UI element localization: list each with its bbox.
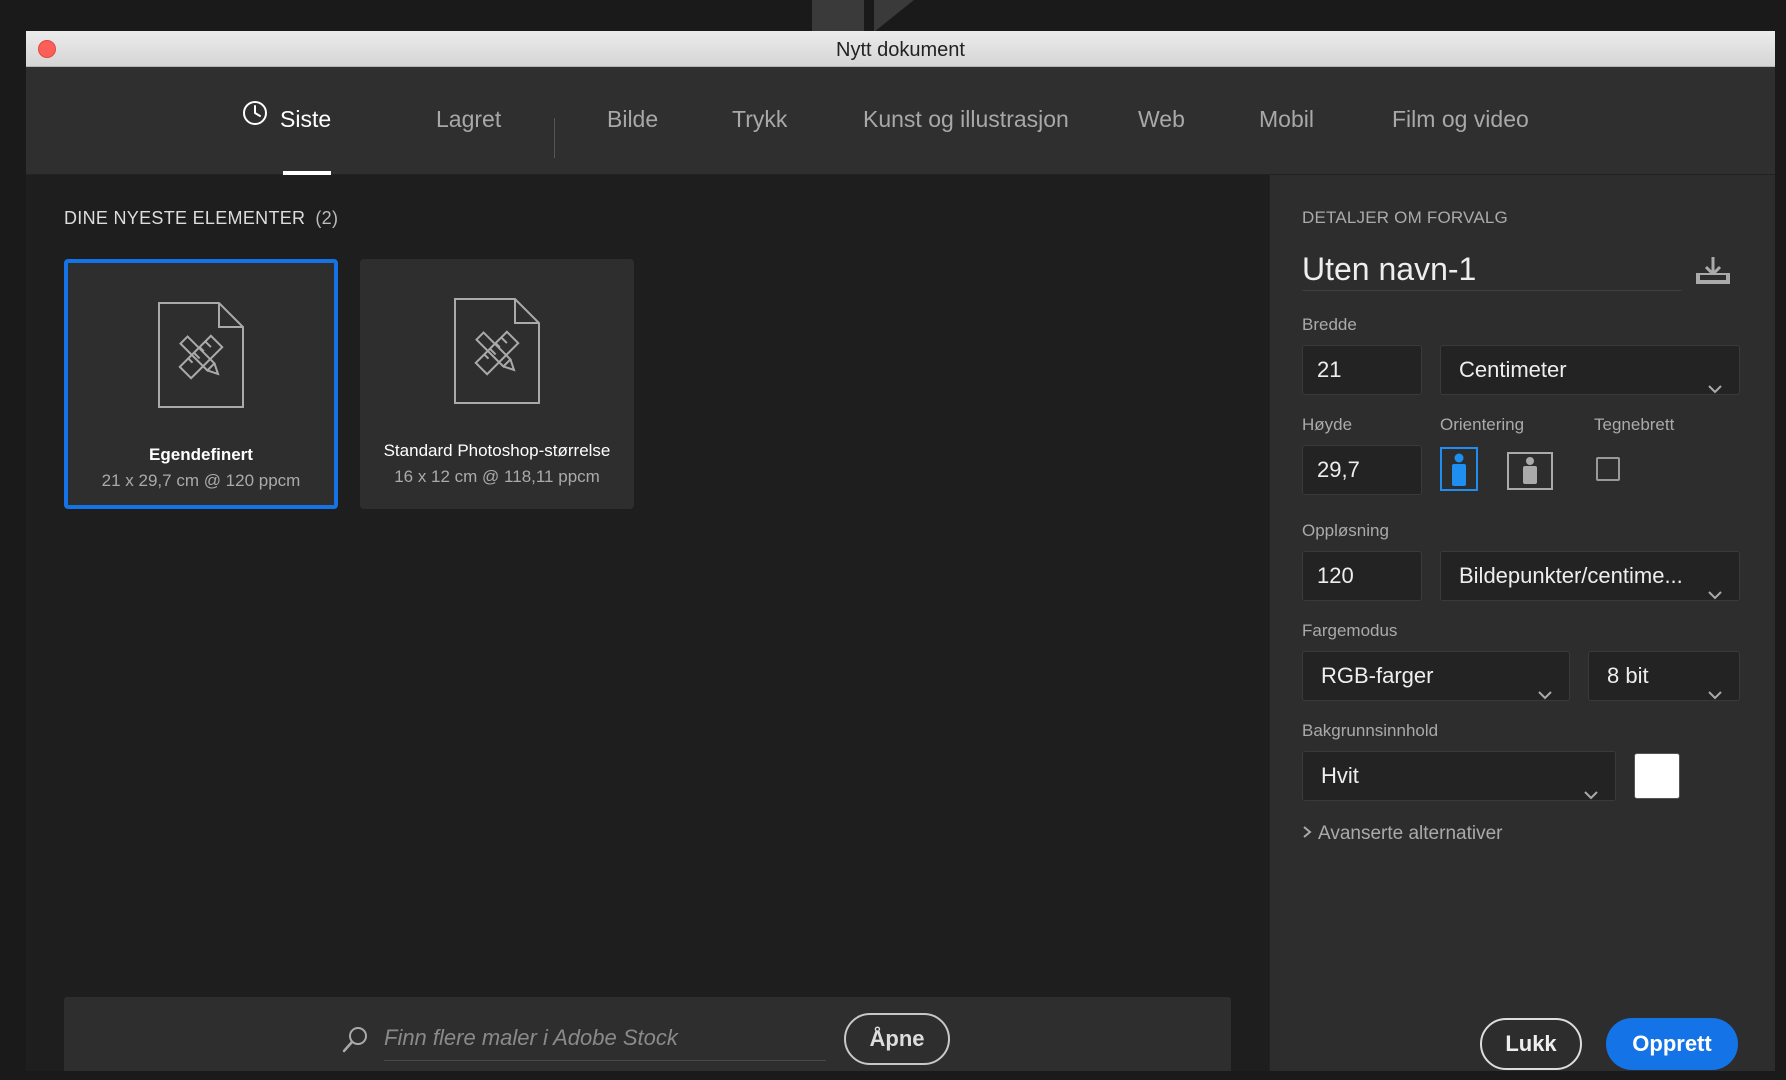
width-label: Bredde bbox=[1302, 315, 1357, 334]
unit-select[interactable]: Centimeter bbox=[1440, 345, 1740, 395]
window-title: Nytt dokument bbox=[836, 39, 965, 61]
advanced-options-toggle[interactable]: Avanserte alternativer bbox=[1302, 823, 1502, 845]
chevron-down-icon bbox=[1537, 670, 1553, 700]
bit-depth-select[interactable]: 8 bit bbox=[1588, 651, 1740, 701]
title-bar: Nytt dokument bbox=[26, 31, 1775, 67]
recent-item-name: Egendefinert bbox=[149, 445, 253, 464]
new-document-dialog: Nytt dokument Siste Lagret Bilde Trykk K… bbox=[26, 31, 1775, 1071]
width-field[interactable]: 21 bbox=[1302, 345, 1422, 395]
tab-web[interactable]: Web bbox=[1138, 67, 1185, 175]
background-app-artifact-arrow bbox=[874, 0, 914, 32]
tab-label: Bilde bbox=[607, 106, 659, 132]
background-label: Bakgrunnsinnhold bbox=[1302, 721, 1439, 740]
close-button[interactable]: Lukk bbox=[1480, 1018, 1582, 1070]
portrait-orientation-icon[interactable] bbox=[1440, 447, 1478, 496]
artboard-checkbox[interactable] bbox=[1596, 457, 1620, 481]
recent-item-name: Standard Photoshop-størrelse bbox=[383, 441, 611, 460]
resolution-label: Oppløsning bbox=[1302, 521, 1389, 540]
recent-count: (2) bbox=[315, 208, 339, 228]
resolution-unit-value: Bildepunkter/centime... bbox=[1459, 563, 1683, 588]
tab-bilde[interactable]: Bilde bbox=[607, 67, 658, 175]
chevron-right-icon bbox=[1302, 823, 1312, 845]
tab-label: Kunst og illustrasjon bbox=[863, 106, 1069, 132]
background-color-swatch[interactable] bbox=[1634, 753, 1680, 799]
landscape-orientation-icon[interactable] bbox=[1507, 452, 1553, 495]
document-ruler-pencil-icon bbox=[453, 297, 541, 410]
preset-details-panel: DETALJER OM FORVALG Uten navn-1 Bredde 2… bbox=[1269, 175, 1775, 1071]
recent-item-egendefinert[interactable]: Egendefinert 21 x 29,7 cm @ 120 ppcm bbox=[64, 259, 338, 509]
color-mode-label: Fargemodus bbox=[1302, 621, 1398, 640]
advanced-options-label: Avanserte alternativer bbox=[1318, 823, 1503, 844]
chevron-down-icon bbox=[1583, 770, 1599, 800]
tab-label: Web bbox=[1138, 106, 1185, 132]
tab-label: Trykk bbox=[732, 106, 788, 132]
recent-item-standard-photoshop[interactable]: Standard Photoshop-størrelse 16 x 12 cm … bbox=[360, 259, 634, 509]
save-preset-icon[interactable] bbox=[1694, 255, 1732, 292]
tab-label: Siste bbox=[280, 106, 332, 132]
stock-search-input[interactable] bbox=[384, 1015, 826, 1061]
recent-items-panel: DINE NYESTE ELEMENTER (2) Egendefinert 2… bbox=[26, 175, 1269, 1071]
tab-lagret[interactable]: Lagret bbox=[436, 67, 501, 175]
background-app-artifact bbox=[812, 0, 864, 32]
resolution-unit-select[interactable]: Bildepunkter/centime... bbox=[1440, 551, 1740, 601]
unit-value: Centimeter bbox=[1459, 357, 1567, 382]
adobe-stock-search-bar: Åpne bbox=[64, 997, 1231, 1071]
clock-icon bbox=[242, 66, 268, 170]
search-icon bbox=[342, 1025, 370, 1058]
orientation-label: Orientering bbox=[1440, 415, 1525, 434]
tab-label: Mobil bbox=[1259, 106, 1314, 132]
document-ruler-pencil-icon bbox=[157, 301, 245, 414]
tab-trykk[interactable]: Trykk bbox=[732, 67, 787, 175]
preset-tabs: Siste Lagret Bilde Trykk Kunst og illust… bbox=[26, 67, 1775, 175]
tab-film-og-video[interactable]: Film og video bbox=[1392, 67, 1529, 175]
chevron-down-icon bbox=[1707, 570, 1723, 600]
tab-siste[interactable]: Siste bbox=[242, 66, 332, 175]
recent-item-desc: 16 x 12 cm @ 118,11 ppcm bbox=[394, 467, 600, 486]
background-value: Hvit bbox=[1321, 763, 1359, 788]
preset-details-title: DETALJER OM FORVALG bbox=[1302, 208, 1508, 227]
background-select[interactable]: Hvit bbox=[1302, 751, 1616, 801]
chevron-down-icon bbox=[1707, 364, 1723, 394]
create-button[interactable]: Opprett bbox=[1606, 1018, 1738, 1070]
height-field[interactable]: 29,7 bbox=[1302, 445, 1422, 495]
color-mode-select[interactable]: RGB-farger bbox=[1302, 651, 1570, 701]
color-mode-value: RGB-farger bbox=[1321, 663, 1434, 688]
recent-section-title: DINE NYESTE ELEMENTER (2) bbox=[64, 208, 338, 229]
height-label: Høyde bbox=[1302, 415, 1353, 434]
tab-label: Lagret bbox=[436, 106, 502, 132]
open-stock-button[interactable]: Åpne bbox=[844, 1013, 950, 1065]
tab-divider bbox=[554, 118, 555, 158]
recent-item-desc: 21 x 29,7 cm @ 120 ppcm bbox=[101, 471, 301, 490]
tab-kunst-og-illustrasjon[interactable]: Kunst og illustrasjon bbox=[863, 67, 1069, 175]
preset-name-field[interactable]: Uten navn-1 bbox=[1302, 251, 1682, 291]
chevron-down-icon bbox=[1707, 670, 1723, 700]
tab-label: Film og video bbox=[1392, 106, 1529, 132]
resolution-field[interactable]: 120 bbox=[1302, 551, 1422, 601]
bit-depth-value: 8 bit bbox=[1607, 663, 1649, 688]
tab-mobil[interactable]: Mobil bbox=[1259, 67, 1314, 175]
recent-title-text: DINE NYESTE ELEMENTER bbox=[64, 208, 306, 228]
artboard-label: Tegnebrett bbox=[1594, 415, 1675, 434]
